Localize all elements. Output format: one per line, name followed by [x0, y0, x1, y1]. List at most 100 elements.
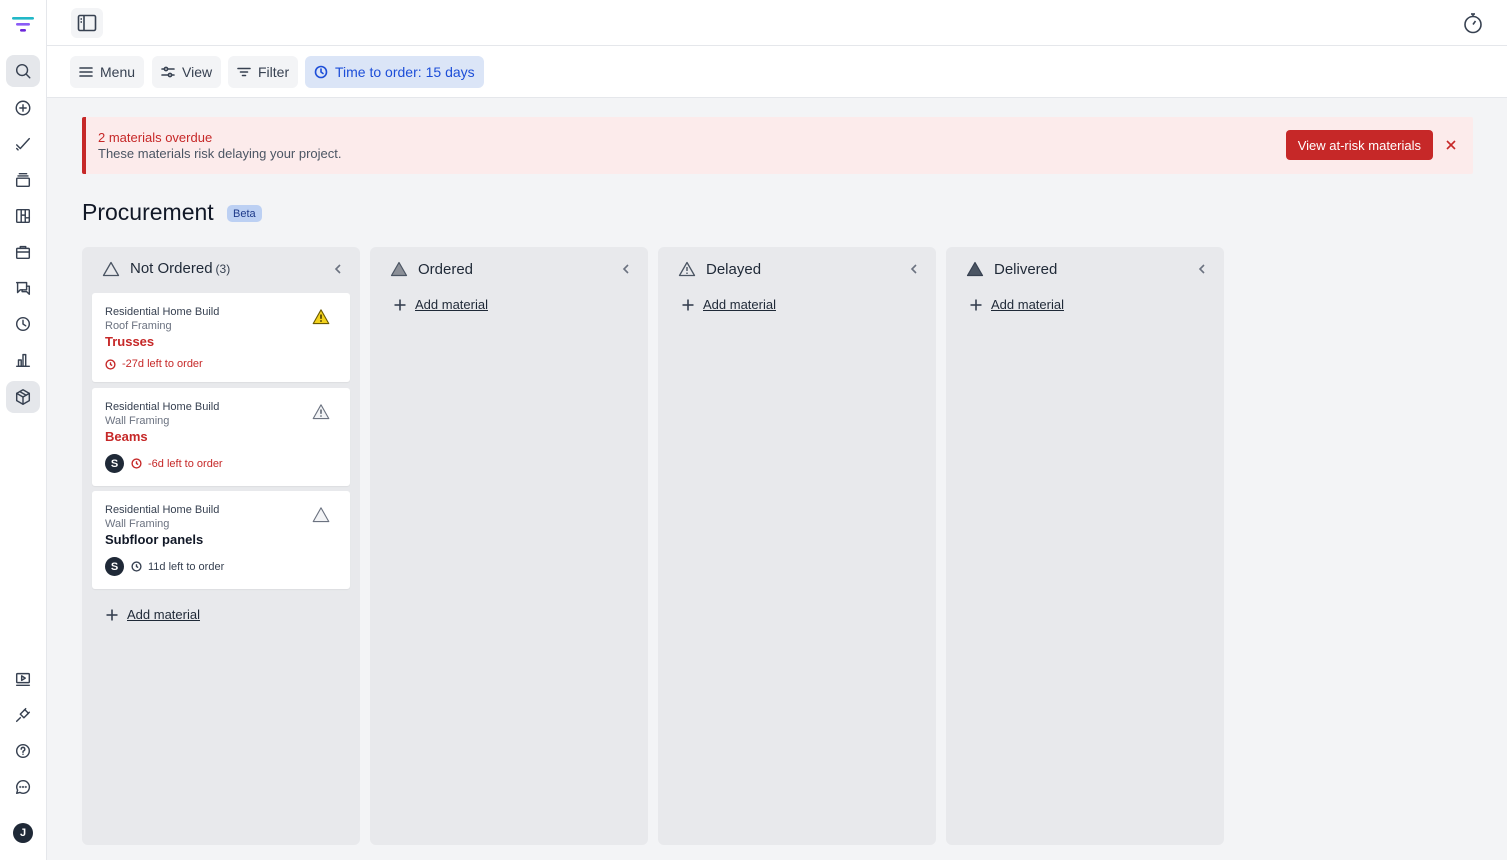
- bar-chart-icon[interactable]: [6, 344, 40, 376]
- time-to-order-button[interactable]: Time to order: 15 days: [305, 56, 484, 88]
- stack-icon[interactable]: [6, 164, 40, 196]
- clock-icon: [131, 458, 142, 469]
- card-due-status: S 11d left to order: [105, 557, 224, 576]
- hamburger-icon: [79, 67, 93, 77]
- warning-outline-icon: [312, 403, 330, 421]
- add-material-label: Add material: [127, 607, 200, 622]
- toolbar: Menu View Filter Time to order: 15 days: [47, 46, 1507, 98]
- card-phase: Wall Framing: [105, 518, 170, 530]
- page-title: Procurement: [82, 199, 214, 225]
- check-icon[interactable]: [6, 128, 40, 160]
- triangle-half-icon: [390, 261, 408, 277]
- add-material-link[interactable]: Add material: [106, 607, 200, 622]
- clock-icon[interactable]: [6, 308, 40, 340]
- filter-button[interactable]: Filter: [228, 56, 299, 88]
- chevron-left-icon[interactable]: [908, 262, 920, 276]
- view-button-label: View: [182, 64, 213, 80]
- close-icon[interactable]: [1443, 137, 1459, 153]
- top-bar: [47, 0, 1507, 46]
- filter-button-label: Filter: [258, 64, 290, 80]
- time-to-order-label: Time to order:: [335, 64, 422, 80]
- chevron-left-icon[interactable]: [332, 262, 344, 276]
- material-card[interactable]: Residential Home Build Wall Framing Subf…: [92, 491, 350, 589]
- filter-icon: [237, 67, 251, 77]
- add-material-label: Add material: [415, 297, 488, 312]
- menu-button[interactable]: Menu: [70, 56, 145, 88]
- card-material-name: Subfloor panels: [105, 532, 204, 547]
- card-due-text: 11d left to order: [148, 560, 225, 573]
- sliders-icon: [161, 66, 175, 78]
- column-header: Delayed: [678, 260, 761, 278]
- alert-title: 2 materials overdue: [98, 130, 213, 145]
- column-title: Not Ordered: [130, 260, 213, 277]
- warning-outline-icon: [678, 261, 696, 277]
- chat-icon[interactable]: [6, 272, 40, 304]
- search-icon[interactable]: [6, 55, 40, 87]
- video-icon[interactable]: [6, 663, 40, 695]
- app-logo[interactable]: [12, 16, 34, 34]
- clock-icon: [314, 65, 328, 79]
- card-project: Residential Home Build: [105, 306, 220, 318]
- column-ordered: Ordered Add material: [370, 247, 648, 845]
- plus-icon: [394, 299, 406, 310]
- card-due-status: S -6d left to order: [105, 454, 223, 473]
- add-material-link[interactable]: Add material: [970, 297, 1064, 312]
- add-material-label: Add material: [991, 297, 1064, 312]
- card-due-status: -27d left to order: [105, 358, 203, 370]
- time-to-order-value: 15 days: [425, 64, 475, 80]
- column-title: Ordered: [418, 260, 474, 278]
- add-material-label: Add material: [703, 297, 776, 312]
- clock-icon: [131, 561, 142, 572]
- sidebar-toggle-icon[interactable]: [71, 8, 103, 38]
- chevron-left-icon[interactable]: [1196, 262, 1208, 276]
- column-title: Delayed: [706, 260, 762, 278]
- beta-badge: Beta: [227, 205, 262, 222]
- material-card[interactable]: Residential Home Build Wall Framing Beam…: [92, 388, 350, 486]
- plus-icon: [106, 609, 118, 620]
- column-header: Ordered: [390, 260, 473, 278]
- card-material-name: Trusses: [105, 334, 155, 349]
- add-material-link[interactable]: Add material: [394, 297, 488, 312]
- plus-icon: [682, 299, 694, 310]
- card-project: Residential Home Build: [105, 401, 220, 413]
- message-icon[interactable]: [6, 771, 40, 803]
- briefcase-icon[interactable]: [6, 236, 40, 268]
- view-button[interactable]: View: [152, 56, 222, 88]
- card-phase: Wall Framing: [105, 415, 170, 427]
- triangle-filled-icon: [966, 261, 984, 277]
- column-title: Delivered: [994, 260, 1058, 278]
- card-project: Residential Home Build: [105, 504, 220, 516]
- chevron-left-icon[interactable]: [620, 262, 632, 276]
- triangle-outline-icon: [102, 261, 120, 277]
- plus-icon: [970, 299, 982, 310]
- menu-button-label: Menu: [100, 64, 136, 80]
- column-not-ordered: Not Ordered (3) Residential Home Build Ro…: [82, 247, 360, 845]
- add-material-link[interactable]: Add material: [682, 297, 776, 312]
- view-at-risk-button[interactable]: View at-risk materials: [1285, 130, 1433, 160]
- column-header: Not Ordered (3): [102, 260, 230, 278]
- left-rail: J: [0, 0, 47, 860]
- card-due-text: -6d left to order: [148, 457, 223, 470]
- column-count: (3): [215, 262, 231, 276]
- clock-icon: [105, 358, 116, 370]
- box-icon[interactable]: [6, 381, 40, 413]
- warning-yellow-icon: [312, 308, 330, 326]
- board-icon[interactable]: [6, 200, 40, 232]
- column-header: Delivered: [966, 260, 1057, 278]
- material-card[interactable]: Residential Home Build Roof Framing Trus…: [92, 293, 350, 382]
- user-avatar[interactable]: J: [13, 823, 33, 843]
- overdue-alert-banner: 2 materials overdue These materials risk…: [82, 117, 1473, 174]
- alert-subtitle: These materials risk delaying your proje…: [98, 146, 342, 161]
- assignee-avatar[interactable]: S: [105, 454, 124, 473]
- triangle-outline-icon: [312, 506, 330, 524]
- help-icon[interactable]: [6, 735, 40, 767]
- card-phase: Roof Framing: [105, 320, 172, 332]
- stopwatch-icon[interactable]: [1461, 11, 1485, 35]
- column-delivered: Delivered Add material: [946, 247, 1224, 845]
- card-due-text: -27d left to order: [122, 358, 203, 370]
- card-material-name: Beams: [105, 429, 148, 444]
- plus-circle-icon[interactable]: [6, 92, 40, 124]
- column-delayed: Delayed Add material: [658, 247, 936, 845]
- plug-icon[interactable]: [6, 699, 40, 731]
- assignee-avatar[interactable]: S: [105, 557, 124, 576]
